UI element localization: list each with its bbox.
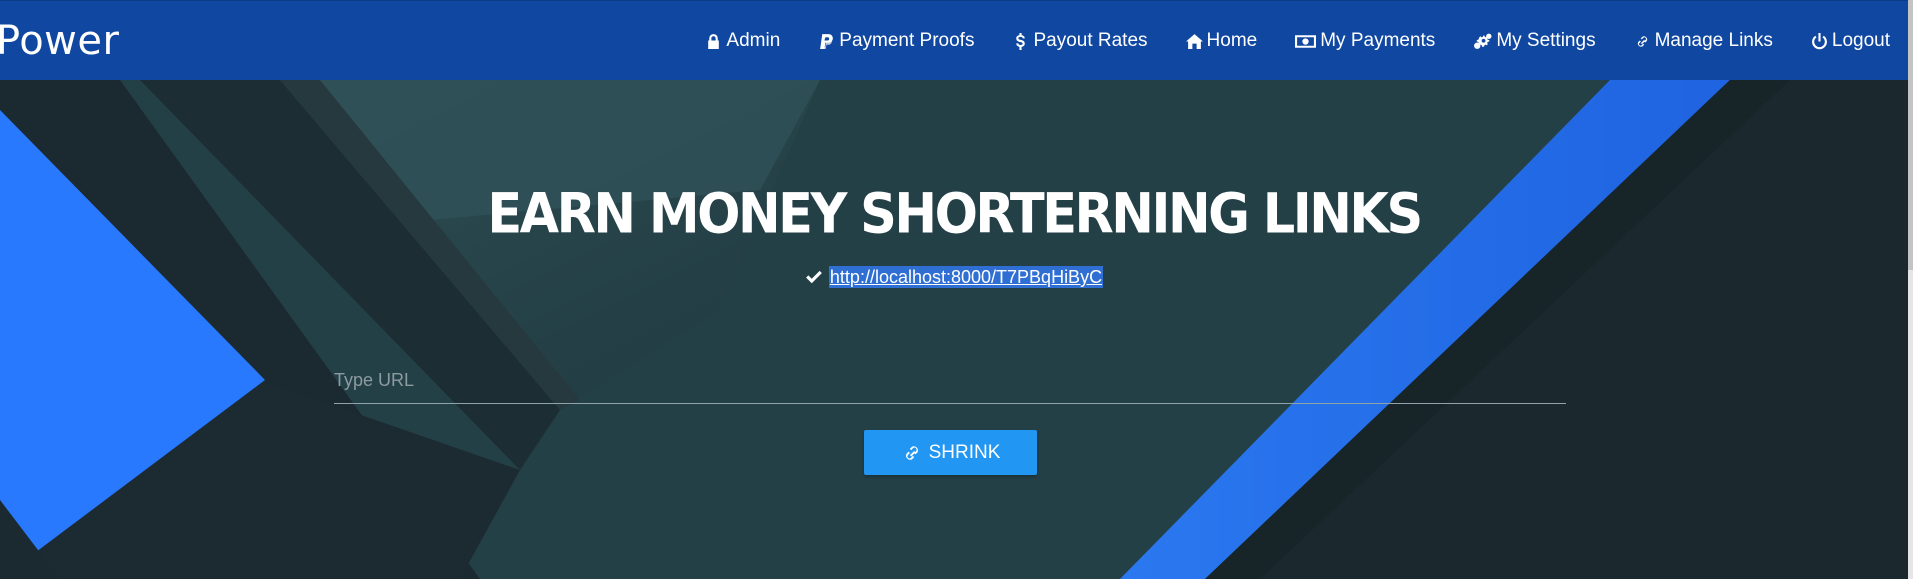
nav-label: My Payments bbox=[1320, 30, 1436, 51]
power-icon bbox=[1811, 32, 1827, 49]
url-input[interactable] bbox=[334, 358, 1566, 404]
nav-label: Payout Rates bbox=[1033, 30, 1148, 51]
money-icon bbox=[1295, 34, 1317, 48]
nav-label: Home bbox=[1206, 30, 1258, 51]
link-icon bbox=[905, 445, 918, 460]
nav-label: Manage Links bbox=[1654, 30, 1773, 51]
nav-label: Admin bbox=[726, 30, 781, 51]
nav-item-payout-rates[interactable]: Payout Rates bbox=[1012, 30, 1148, 52]
scrollbar-thumb[interactable] bbox=[1908, 0, 1913, 270]
hero-background-shapes bbox=[0, 80, 1908, 579]
gears-icon bbox=[1474, 33, 1492, 49]
shrink-button-label: SHRINK bbox=[928, 441, 1001, 463]
nav-label: My Settings bbox=[1496, 30, 1596, 51]
top-navbar: Power Admin Payment Proofs Payout Rates … bbox=[0, 0, 1908, 80]
nav-item-home[interactable]: Home bbox=[1185, 30, 1258, 52]
nav-menu: Admin Payment Proofs Payout Rates Home M… bbox=[667, 1, 1890, 81]
nav-item-payment-proofs[interactable]: Payment Proofs bbox=[818, 30, 974, 52]
lock-icon bbox=[708, 33, 720, 49]
hero-title: EARN MONEY SHORTERNING LINKS bbox=[487, 182, 1423, 247]
brand-logo-text[interactable]: Power bbox=[0, 19, 119, 63]
home-icon bbox=[1185, 33, 1203, 49]
page-scrollbar[interactable] bbox=[1908, 0, 1913, 579]
nav-item-logout[interactable]: Logout bbox=[1811, 30, 1890, 52]
short-link[interactable]: http://localhost:8000/T7PBqHiByC bbox=[828, 266, 1104, 288]
nav-label: Logout bbox=[1831, 30, 1890, 51]
hero-section bbox=[0, 80, 1908, 579]
dollar-icon bbox=[1016, 32, 1026, 50]
paypal-icon bbox=[820, 33, 834, 49]
nav-item-my-payments[interactable]: My Payments bbox=[1295, 30, 1435, 52]
nav-item-manage-links[interactable]: Manage Links bbox=[1634, 30, 1773, 52]
nav-label: Payment Proofs bbox=[839, 30, 975, 51]
shrink-button[interactable]: SHRINK bbox=[864, 430, 1037, 475]
link-icon bbox=[1637, 35, 1647, 47]
nav-item-my-settings[interactable]: My Settings bbox=[1473, 30, 1596, 52]
short-link-result: http://localhost:8000/T7PBqHiByC bbox=[0, 266, 1908, 288]
checkmark-icon bbox=[806, 270, 822, 284]
nav-item-admin[interactable]: Admin bbox=[705, 30, 780, 52]
